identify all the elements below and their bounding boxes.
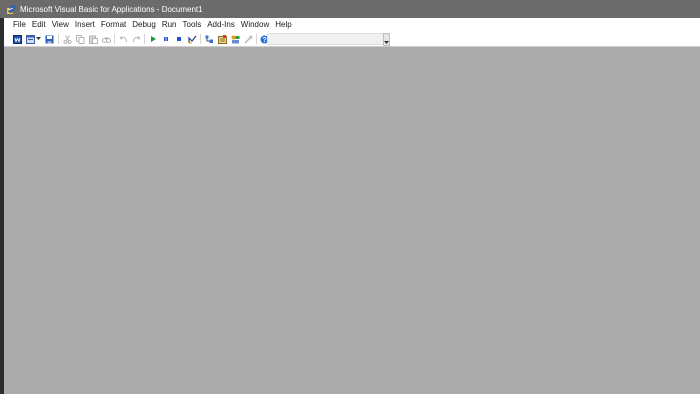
object-browser-icon[interactable] xyxy=(230,34,240,44)
menu-window[interactable]: Window xyxy=(238,18,272,32)
reset-icon[interactable] xyxy=(174,34,184,44)
insert-userform-icon[interactable] xyxy=(25,34,35,44)
menu-add-ins[interactable]: Add-Ins xyxy=(204,18,238,32)
menu-debug[interactable]: Debug xyxy=(129,18,159,32)
menu-help[interactable]: Help xyxy=(272,18,294,32)
toolbar-overflow-button[interactable] xyxy=(383,33,390,46)
paste-icon[interactable] xyxy=(88,34,98,44)
save-icon[interactable] xyxy=(44,34,54,44)
toolbar-separator xyxy=(144,34,145,44)
title-bar: Microsoft Visual Basic for Applications … xyxy=(0,0,700,18)
toolbar-separator xyxy=(114,34,115,44)
menu-insert[interactable]: Insert xyxy=(72,18,98,32)
break-icon[interactable] xyxy=(161,34,171,44)
project-explorer-icon[interactable] xyxy=(204,34,214,44)
menu-edit[interactable]: Edit xyxy=(29,18,49,32)
cut-icon[interactable] xyxy=(62,34,72,44)
vba-app-icon[interactable] xyxy=(7,4,17,14)
mdi-workspace[interactable] xyxy=(4,47,700,394)
undo-icon[interactable] xyxy=(118,34,128,44)
toolbox-icon[interactable] xyxy=(243,34,253,44)
run-icon[interactable] xyxy=(148,34,158,44)
menu-bar: File Edit View Insert Format Debug Run T… xyxy=(4,18,700,32)
properties-window-icon[interactable] xyxy=(217,34,227,44)
menu-tools[interactable]: Tools xyxy=(180,18,205,32)
menu-file[interactable]: File xyxy=(10,18,29,32)
window-title: Microsoft Visual Basic for Applications … xyxy=(20,4,203,14)
svg-text:?: ? xyxy=(262,37,266,44)
toolbar-location-box xyxy=(267,33,387,45)
standard-toolbar: ? xyxy=(4,32,700,47)
find-icon[interactable] xyxy=(101,34,111,44)
menu-format[interactable]: Format xyxy=(98,18,129,32)
menu-run[interactable]: Run xyxy=(159,18,180,32)
copy-icon[interactable] xyxy=(75,34,85,44)
view-word-icon[interactable] xyxy=(12,34,22,44)
chevron-down-icon xyxy=(384,41,389,44)
design-mode-icon[interactable] xyxy=(187,34,197,44)
chevron-down-icon[interactable] xyxy=(35,34,41,44)
toolbar-separator xyxy=(200,34,201,44)
toolbar-separator xyxy=(256,34,257,44)
toolbar-separator xyxy=(58,34,59,44)
redo-icon[interactable] xyxy=(131,34,141,44)
menu-view[interactable]: View xyxy=(49,18,72,32)
